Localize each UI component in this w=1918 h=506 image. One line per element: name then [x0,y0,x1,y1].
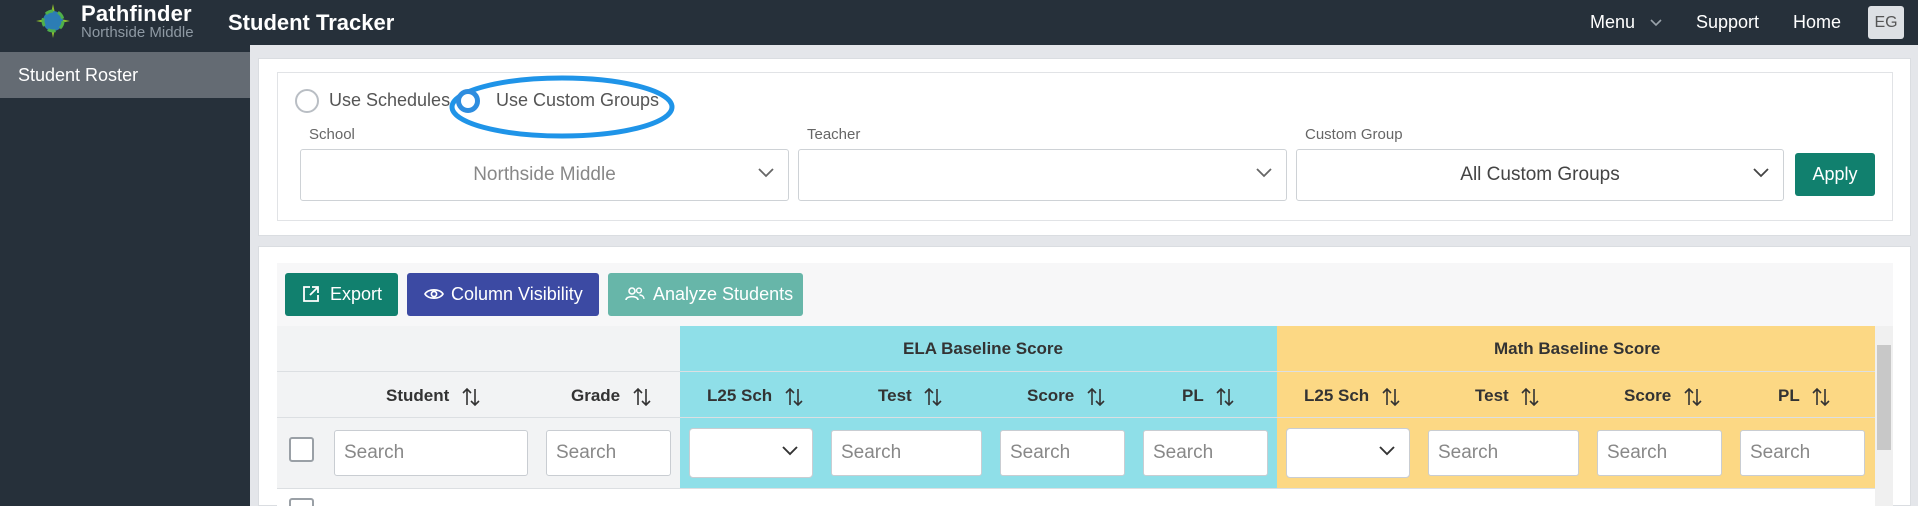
column-header-label: PL [1778,386,1800,405]
column-visibility-button-label: Column Visibility [451,284,583,304]
sidebar: Student Roster [0,45,250,506]
column-header-ela-test[interactable]: Test [878,386,943,407]
radio-use-schedules[interactable] [295,89,319,113]
column-header-label: Test [878,386,912,405]
users-icon [625,287,645,301]
top-navbar: Pathfinder Northside Middle Student Trac… [0,0,1918,45]
sort-icon [924,387,943,406]
sort-icon [1087,387,1105,406]
header-row-divider [277,417,1875,418]
chevron-down-icon [1753,168,1769,178]
school-select-value: Northside Middle [473,164,616,185]
sort-icon [1812,387,1830,406]
sidebar-divider [250,45,258,506]
math-score-search-input[interactable]: Search [1597,430,1722,476]
column-header-label: Grade [571,386,621,405]
sidebar-item-student-roster[interactable]: Student Roster [0,52,250,98]
chevron-down-icon [1379,446,1395,456]
math-group-header: Math Baseline Score [1494,339,1661,358]
table-scrollbar-thumb[interactable] [1877,345,1891,450]
chevron-down-icon [758,168,774,178]
custom-group-select-value: All Custom Groups [1460,164,1620,185]
analyze-students-button[interactable]: Analyze Students [608,273,803,316]
column-header-ela-score[interactable]: Score [1027,386,1105,407]
sort-icon [1521,387,1540,406]
nav-menu-label: Menu [1590,12,1636,32]
sort-icon [1216,387,1234,406]
custom-group-label: Custom Group [1305,126,1403,143]
header-row-divider [277,488,1875,489]
ela-l25-filter-select[interactable] [689,428,813,478]
user-avatar[interactable]: EG [1868,6,1904,39]
radio-use-custom-groups[interactable] [456,89,480,113]
brand-school: Northside Middle [81,24,194,41]
export-icon [303,286,319,302]
column-header-grade[interactable]: Grade [571,386,651,407]
export-button[interactable]: Export [285,273,398,316]
column-visibility-button[interactable]: Column Visibility [407,273,599,316]
analyze-students-button-label: Analyze Students [653,284,794,304]
ela-group-header: ELA Baseline Score [903,339,1063,358]
radio-use-custom-groups-label[interactable]: Use Custom Groups [496,90,659,111]
nav-home-link[interactable]: Home [1793,12,1841,33]
column-header-math-test[interactable]: Test [1475,386,1540,407]
school-label: School [309,126,355,143]
sort-icon [785,387,803,406]
chevron-down-icon [1256,168,1272,178]
teacher-label: Teacher [807,126,861,143]
ela-pl-search-input[interactable]: Search [1143,430,1268,476]
school-select[interactable]: Northside Middle [300,149,789,201]
table-body [277,488,1875,506]
sort-icon [1382,387,1400,406]
nav-menu-dropdown[interactable]: Menu [1590,12,1662,33]
sort-icon [633,387,651,406]
column-header-student[interactable]: Student [386,386,480,407]
chevron-down-icon [782,446,798,456]
custom-group-select[interactable]: All Custom Groups [1296,149,1784,201]
export-button-label: Export [330,284,383,304]
sort-icon [462,387,480,406]
ela-test-search-input[interactable]: Search [831,430,982,476]
math-pl-search-input[interactable]: Search [1740,430,1865,476]
app-title: Student Tracker [228,10,395,35]
table-header-base [277,326,680,506]
select-all-checkbox[interactable] [289,437,314,462]
column-header-math-score[interactable]: Score [1624,386,1702,407]
column-header-ela-pl[interactable]: PL [1182,386,1234,407]
eye-icon [424,289,444,299]
math-test-search-input[interactable]: Search [1428,430,1579,476]
column-header-ela-l25-sch[interactable]: L25 Sch [707,386,803,407]
student-search-input[interactable]: Search [334,430,528,476]
column-header-label: L25 Sch [1304,386,1370,405]
column-header-math-l25-sch[interactable]: L25 Sch [1304,386,1400,407]
column-header-label: L25 Sch [707,386,773,405]
grade-search-input[interactable]: Search [546,430,671,476]
math-l25-filter-select[interactable] [1286,428,1410,478]
sort-icon [1684,387,1702,406]
nav-support-link[interactable]: Support [1696,12,1759,33]
column-header-math-pl[interactable]: PL [1778,386,1830,407]
chevron-down-icon [1650,19,1662,27]
apply-button[interactable]: Apply [1795,153,1875,196]
ela-score-search-input[interactable]: Search [1000,430,1125,476]
header-row-divider [277,371,1875,372]
column-header-label: Score [1624,386,1672,405]
teacher-select[interactable] [798,149,1287,201]
radio-use-schedules-label[interactable]: Use Schedules [329,90,450,111]
column-header-label: Score [1027,386,1075,405]
column-header-label: PL [1182,386,1204,405]
column-header-label: Test [1475,386,1509,405]
compass-logo-icon [36,4,70,38]
row-checkbox[interactable] [289,498,314,506]
column-header-label: Student [386,386,450,405]
